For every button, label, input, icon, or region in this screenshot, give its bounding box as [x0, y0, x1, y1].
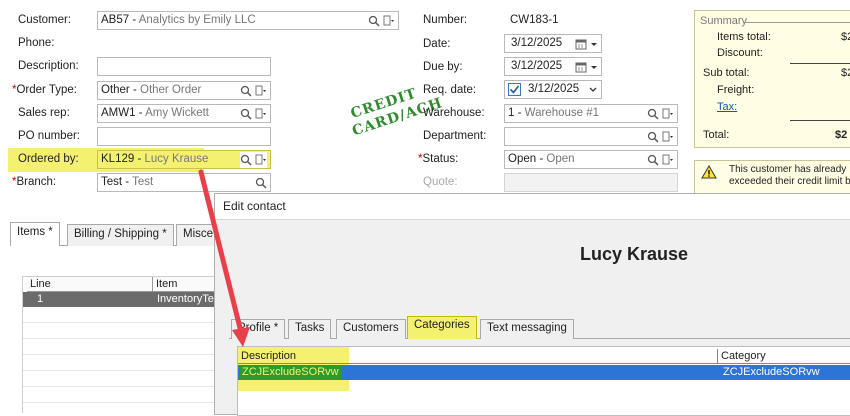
annotation-arrow [198, 169, 250, 347]
